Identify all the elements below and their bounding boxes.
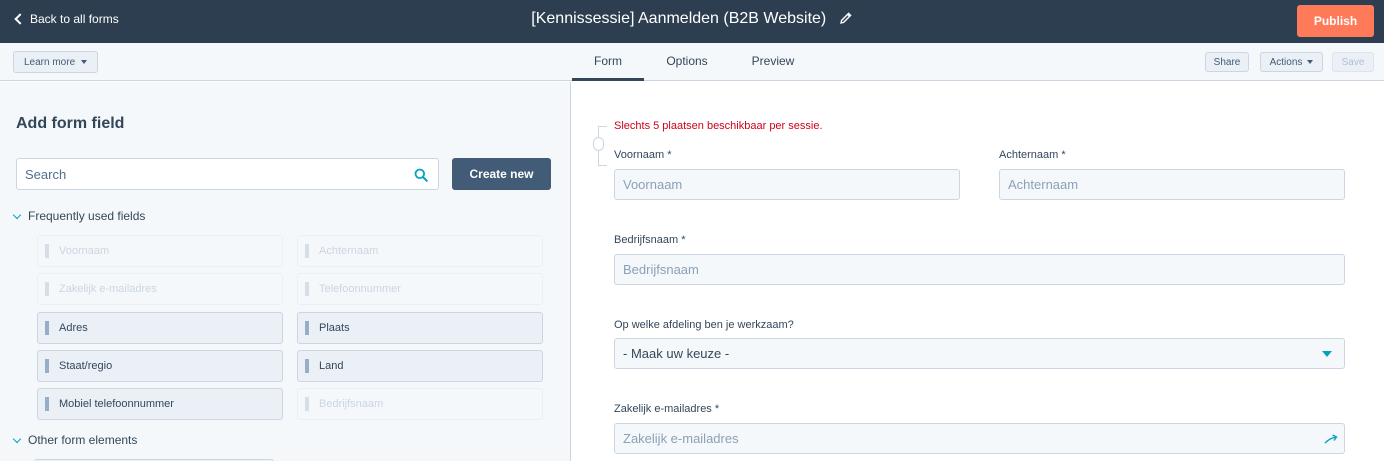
voornaam-placeholder: Voornaam: [623, 177, 683, 192]
achternaam-label: Achternaam *: [999, 149, 1066, 161]
bedrijfsnaam-field[interactable]: Bedrijfsnaam: [614, 254, 1345, 285]
save-label: Save: [1341, 56, 1365, 68]
drag-handle-icon[interactable]: [45, 397, 49, 411]
chevron-down-icon: [12, 210, 22, 219]
tab-form[interactable]: Form: [572, 43, 644, 81]
form-editor-canvas: Slechts 5 plaatsen beschikbaar per sessi…: [572, 82, 1384, 461]
field-label: Bedrijfsnaam: [319, 398, 384, 410]
field-label: Plaats: [319, 322, 350, 334]
field-label: Mobiel telefoonnummer: [59, 398, 174, 410]
create-new-button[interactable]: Create new: [452, 158, 551, 190]
top-bar: Back to all forms [Kennissessie] Aanmeld…: [0, 0, 1384, 43]
frequently-used-toggle[interactable]: Frequently used fields: [12, 209, 146, 223]
voornaam-field[interactable]: Voornaam: [614, 169, 960, 200]
field-land[interactable]: Land: [297, 350, 543, 382]
field-label: Staat/regio: [59, 360, 113, 372]
share-button[interactable]: Share: [1205, 52, 1249, 72]
field-voornaam[interactable]: Voornaam: [37, 235, 283, 267]
drag-handle-icon[interactable]: [593, 137, 604, 151]
publish-button[interactable]: Publish: [1297, 5, 1374, 37]
drag-handle-icon: [305, 397, 309, 411]
share-label: Share: [1213, 56, 1241, 68]
afdeling-select[interactable]: - Maak uw keuze -: [614, 338, 1345, 369]
achternaam-field[interactable]: Achternaam: [999, 169, 1345, 200]
form-title: [Kennissessie] Aanmelden (B2B Website): [531, 10, 827, 27]
email-placeholder: Zakelijk e-mailadres: [623, 431, 739, 446]
caret-down-icon: [1322, 351, 1332, 357]
learn-more-dropdown[interactable]: Learn more: [13, 51, 99, 73]
email-field[interactable]: Zakelijk e-mailadres: [614, 423, 1345, 454]
drag-handle-icon: [45, 244, 49, 258]
drag-handle-icon: [45, 282, 49, 296]
tab-preview[interactable]: Preview: [730, 43, 816, 81]
field-mobiel-telefoonnummer[interactable]: Mobiel telefoonnummer: [37, 388, 283, 420]
chevron-down-icon: [12, 434, 22, 443]
afdeling-selected-value: - Maak uw keuze -: [623, 346, 730, 361]
search-icon[interactable]: [414, 168, 428, 182]
learn-more-label: Learn more: [24, 56, 76, 68]
field-achternaam[interactable]: Achternaam: [297, 235, 543, 267]
achternaam-placeholder: Achternaam: [1008, 177, 1079, 192]
drag-handle-icon[interactable]: [305, 321, 309, 335]
field-label: Telefoonnummer: [319, 283, 401, 295]
tab-options[interactable]: Options: [644, 43, 730, 81]
drag-handle-icon: [305, 282, 309, 296]
other-elements-toggle[interactable]: Other form elements: [12, 433, 138, 447]
rich-text-notice[interactable]: Slechts 5 plaatsen beschikbaar per sessi…: [614, 120, 823, 132]
field-telefoonnummer[interactable]: Telefoonnummer: [297, 273, 543, 305]
field-staat-regio[interactable]: Staat/regio: [37, 350, 283, 382]
field-label: Land: [319, 360, 344, 372]
field-label: Zakelijk e-mailadres: [59, 283, 157, 295]
caret-down-icon: [1307, 60, 1314, 64]
actions-dropdown[interactable]: Actions: [1260, 52, 1323, 72]
email-label: Zakelijk e-mailadres *: [614, 403, 720, 415]
afdeling-label: Op welke afdeling ben je werkzaam?: [614, 319, 794, 331]
field-label: Voornaam: [59, 245, 110, 257]
section-label: Other form elements: [28, 433, 138, 447]
drag-handle-icon[interactable]: [305, 359, 309, 373]
pencil-icon[interactable]: [839, 11, 853, 25]
send-arrow-icon: [1324, 434, 1338, 444]
field-sidebar: Add form field Create new Frequently use…: [0, 82, 571, 461]
field-plaats[interactable]: Plaats: [297, 312, 543, 344]
tab-bar: Form Options Preview: [572, 43, 816, 81]
actions-label: Actions: [1269, 56, 1303, 68]
field-label: Adres: [59, 322, 88, 334]
search-input[interactable]: [16, 158, 439, 190]
save-button[interactable]: Save: [1332, 52, 1374, 72]
field-zakelijk-email[interactable]: Zakelijk e-mailadres: [37, 273, 283, 305]
voornaam-label: Voornaam *: [614, 149, 672, 161]
field-label: Achternaam: [319, 245, 379, 257]
form-title-area: [Kennissessie] Aanmelden (B2B Website): [0, 10, 1384, 28]
drag-handle-icon[interactable]: [45, 321, 49, 335]
section-label: Frequently used fields: [28, 209, 146, 223]
bedrijfsnaam-label: Bedrijfsnaam *: [614, 234, 686, 246]
drag-handle-icon[interactable]: [45, 359, 49, 373]
bedrijfsnaam-placeholder: Bedrijfsnaam: [623, 262, 699, 277]
add-field-title: Add form field: [16, 115, 125, 132]
field-bedrijfsnaam[interactable]: Bedrijfsnaam: [297, 388, 543, 420]
field-adres[interactable]: Adres: [37, 312, 283, 344]
drag-handle-icon: [305, 244, 309, 258]
sub-toolbar: Learn more Form Options Preview Share Ac…: [0, 43, 1384, 81]
caret-down-icon: [81, 60, 88, 64]
